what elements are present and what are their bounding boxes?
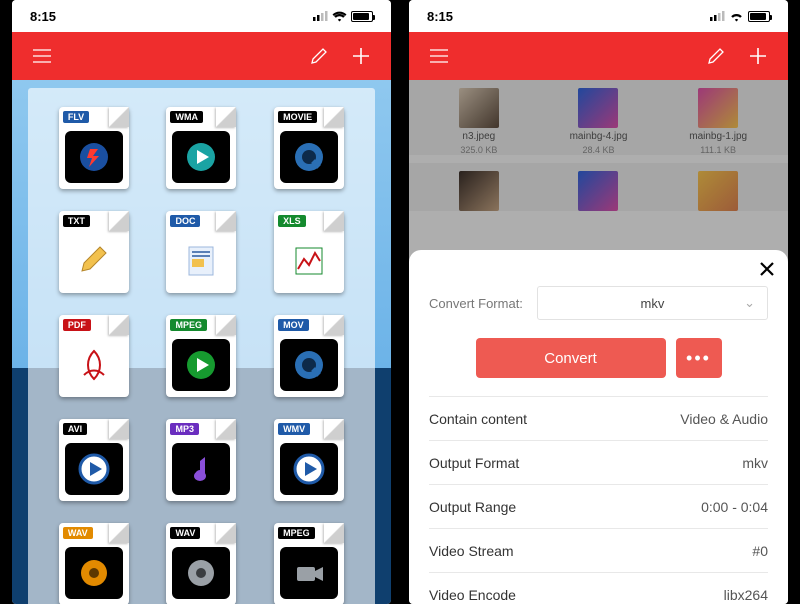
file-icon-wav[interactable]: WAV (150, 514, 254, 604)
toolbar (12, 32, 391, 80)
convert-sheet: Convert Format: mkv ⌄ Convert ••• Contai… (409, 250, 788, 604)
detail-key: Contain content (429, 411, 527, 427)
detail-row[interactable]: Video Encode libx264 (429, 572, 768, 604)
status-bar: 8:15 (409, 0, 788, 32)
file-icon-flv[interactable]: FLV (42, 98, 146, 198)
status-right (710, 11, 770, 22)
file-icon-xls[interactable]: XLS (257, 202, 361, 302)
detail-key: Video Encode (429, 587, 516, 603)
detail-value: 0:00 - 0:04 (701, 499, 768, 515)
battery-icon (351, 11, 373, 22)
file-icon-wav[interactable]: WAV (42, 514, 146, 604)
file-icon-movie[interactable]: MOVIE (257, 98, 361, 198)
status-right (313, 11, 373, 22)
file-icon-avi[interactable]: AVI (42, 410, 146, 510)
file-tag: TXT (63, 215, 90, 227)
detail-row[interactable]: Contain content Video & Audio (429, 396, 768, 440)
phone-right: 8:15 n3.jpeg325.0 KBmainbg-4.jpg28.4 KBm… (409, 0, 788, 604)
detail-row[interactable]: Output Range 0:00 - 0:04 (429, 484, 768, 528)
detail-row[interactable]: Output Format mkv (429, 440, 768, 484)
file-icon-mpeg[interactable]: MPEG (257, 514, 361, 604)
icon-grid: FLV WMA MOVIE TXT DOC XLS PDF MPEG MOV AVI MP3 WMV W… (28, 88, 375, 604)
file-tag: WAV (170, 527, 200, 539)
signal-icon (313, 11, 328, 21)
chevron-down-icon: ⌄ (744, 295, 755, 311)
file-icon-txt[interactable]: TXT (42, 202, 146, 302)
wifi-icon (729, 11, 744, 22)
file-tag: PDF (63, 319, 91, 331)
edit-icon[interactable] (700, 40, 732, 72)
file-icon-mp3[interactable]: MP3 (150, 410, 254, 510)
more-button[interactable]: ••• (676, 338, 722, 378)
edit-icon[interactable] (303, 40, 335, 72)
file-icon-mov[interactable]: MOV (257, 306, 361, 406)
phone-left: 8:15 FLV WMA MOVIE TXT DOC XLS PDF MPEG MOV AVI MP… (12, 0, 391, 604)
file-tag: WAV (63, 527, 93, 539)
detail-value: #0 (752, 543, 768, 559)
file-tag: MOV (278, 319, 309, 331)
format-value: mkv (641, 296, 665, 311)
phone-body: FLV WMA MOVIE TXT DOC XLS PDF MPEG MOV AVI MP3 WMV W… (12, 80, 391, 604)
file-icon-wmv[interactable]: WMV (257, 410, 361, 510)
file-icon-wma[interactable]: WMA (150, 98, 254, 198)
file-icon-doc[interactable]: DOC (150, 202, 254, 302)
file-tag: MPEG (278, 527, 315, 539)
detail-row[interactable]: Video Stream #0 (429, 528, 768, 572)
detail-value: mkv (742, 455, 768, 471)
file-icon-mpeg[interactable]: MPEG (150, 306, 254, 406)
add-icon[interactable] (345, 40, 377, 72)
format-select[interactable]: mkv ⌄ (537, 286, 768, 320)
file-tag: MPEG (170, 319, 207, 331)
add-icon[interactable] (742, 40, 774, 72)
phone-body: n3.jpeg325.0 KBmainbg-4.jpg28.4 KBmainbg… (409, 80, 788, 604)
status-time: 8:15 (427, 9, 453, 24)
menu-icon[interactable] (423, 40, 455, 72)
status-bar: 8:15 (12, 0, 391, 32)
signal-icon (710, 11, 725, 21)
details-list: Contain content Video & Audio Output Forma… (429, 396, 768, 604)
detail-value: libx264 (724, 587, 768, 603)
file-tag: XLS (278, 215, 306, 227)
file-icon-pdf[interactable]: PDF (42, 306, 146, 406)
file-tag: MP3 (170, 423, 199, 435)
menu-icon[interactable] (26, 40, 58, 72)
convert-button[interactable]: Convert (476, 338, 666, 378)
detail-value: Video & Audio (680, 411, 768, 427)
close-icon[interactable] (758, 260, 776, 283)
file-tag: FLV (63, 111, 89, 123)
file-tag: AVI (63, 423, 87, 435)
file-tag: WMV (278, 423, 310, 435)
file-tag: WMA (170, 111, 203, 123)
detail-key: Output Format (429, 455, 519, 471)
detail-key: Video Stream (429, 543, 514, 559)
battery-icon (748, 11, 770, 22)
status-time: 8:15 (30, 9, 56, 24)
file-tag: DOC (170, 215, 200, 227)
format-label: Convert Format: (429, 296, 523, 311)
wifi-icon (332, 11, 347, 22)
detail-key: Output Range (429, 499, 516, 515)
file-tag: MOVIE (278, 111, 317, 123)
toolbar (409, 32, 788, 80)
